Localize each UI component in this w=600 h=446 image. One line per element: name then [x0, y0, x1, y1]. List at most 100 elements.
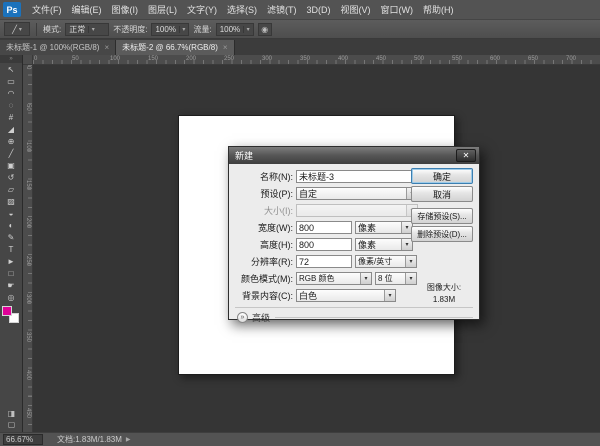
history-brush-tool[interactable]: ↺	[0, 171, 22, 183]
crop-tool[interactable]: #	[0, 111, 22, 123]
menu-bar: Ps 文件(F)编辑(E)图像(I)图层(L)文字(Y)选择(S)滤镜(T)3D…	[0, 0, 600, 20]
brush-tool[interactable]: ╱	[0, 147, 22, 159]
ok-button[interactable]: 确定	[411, 168, 473, 184]
ruler-vertical[interactable]: 050100150200250300350400450	[23, 65, 33, 432]
tab-close-icon[interactable]: ×	[223, 43, 228, 52]
delete-preset-button[interactable]: 删除预设(D)...	[411, 226, 473, 242]
foreground-color-swatch[interactable]	[2, 306, 12, 316]
height-unit-select[interactable]: 像素 ▾	[355, 238, 413, 251]
image-size-label: 图像大小:	[415, 282, 473, 294]
path-selection-tool[interactable]: ►	[0, 255, 22, 267]
horizontal-type-tool[interactable]: T	[0, 243, 22, 255]
toolbox-tools: ↖▭◠◌#◢⊕╱▣↺▱▨◒◐✎T►□☛◎	[0, 63, 22, 303]
flow-value: 100%	[217, 25, 243, 34]
hand-tool[interactable]: ☛	[0, 279, 22, 291]
rectangle-tool[interactable]: □	[0, 267, 22, 279]
ruler-label: 650	[527, 55, 565, 64]
clone-stamp-tool[interactable]: ▣	[0, 159, 22, 171]
zoom-level-input[interactable]: 66.67%	[3, 434, 43, 445]
toolbox: » ↖▭◠◌#◢⊕╱▣↺▱▨◒◐✎T►□☛◎ ◨ ▢	[0, 55, 23, 432]
blend-mode-value: 正常	[66, 24, 88, 35]
menu-list: 文件(F)编辑(E)图像(I)图层(L)文字(Y)选择(S)滤镜(T)3D(D)…	[27, 0, 459, 19]
height-label: 高度(H):	[235, 238, 293, 251]
height-input[interactable]: 800	[296, 238, 352, 251]
airbrush-icon[interactable]: ◉	[258, 23, 272, 36]
menu-item-7[interactable]: 滤镜(T)	[262, 3, 302, 16]
menu-item-3[interactable]: 图像(I)	[107, 3, 144, 16]
document-tab-1[interactable]: 未标题-1 @ 100%(RGB/8)×	[0, 40, 116, 55]
menu-item-10[interactable]: 窗口(W)	[376, 3, 419, 16]
menu-item-4[interactable]: 图层(L)	[143, 3, 182, 16]
dodge-tool[interactable]: ◐	[0, 219, 22, 231]
chevron-down-icon: ▾	[360, 273, 371, 284]
ruler-horizontal[interactable]: 0501001502002503003504004505005506006507…	[33, 55, 600, 65]
save-preset-button[interactable]: 存储预设(S)...	[411, 208, 473, 224]
ruler-label: 100	[23, 141, 32, 179]
tab-label: 未标题-2 @ 66.7%(RGB/8)	[122, 42, 218, 53]
menu-item-1[interactable]: 文件(F)	[27, 3, 67, 16]
color-depth-select[interactable]: 8 位 ▾	[375, 272, 417, 285]
flow-select[interactable]: 100% ▾	[216, 23, 254, 36]
width-unit-value: 像素	[356, 221, 401, 234]
lasso-tool[interactable]: ◠	[0, 87, 22, 99]
resolution-label: 分辨率(R):	[235, 255, 293, 268]
ruler-label: 50	[71, 55, 109, 64]
dialog-titlebar[interactable]: 新建 ✕	[229, 147, 479, 164]
close-button[interactable]: ✕	[456, 149, 476, 162]
resolution-input[interactable]: 72	[296, 255, 352, 268]
ruler-corner[interactable]	[23, 55, 33, 65]
menu-item-6[interactable]: 选择(S)	[222, 3, 262, 16]
opacity-select[interactable]: 100% ▾	[151, 23, 189, 36]
blur-tool[interactable]: ◒	[0, 207, 22, 219]
rectangular-marquee-tool[interactable]: ▭	[0, 75, 22, 87]
zoom-tool[interactable]: ◎	[0, 291, 22, 303]
menu-item-9[interactable]: 视图(V)	[336, 3, 376, 16]
zoom-level-value: 66.67%	[6, 435, 33, 444]
gradient-tool[interactable]: ▨	[0, 195, 22, 207]
advanced-label: 高级	[252, 311, 270, 324]
screen-mode-icon[interactable]: ▢	[8, 420, 16, 429]
name-label: 名称(N):	[235, 170, 293, 183]
resolution-unit-select[interactable]: 像素/英寸 ▾	[355, 255, 417, 268]
pen-tool[interactable]: ✎	[0, 231, 22, 243]
blend-mode-select[interactable]: 正常 ▾	[65, 23, 109, 36]
color-mode-select[interactable]: RGB 颜色 ▾	[296, 272, 372, 285]
chevron-down-icon: ▾	[88, 26, 97, 33]
cancel-button[interactable]: 取消	[411, 186, 473, 202]
quick-selection-tool[interactable]: ◌	[0, 99, 22, 111]
menu-item-2[interactable]: 编辑(E)	[67, 3, 107, 16]
width-input[interactable]: 800	[296, 221, 352, 234]
size-label: 大小(I):	[235, 204, 293, 217]
background-contents-value: 白色	[297, 289, 384, 302]
spot-healing-brush-tool[interactable]: ⊕	[0, 135, 22, 147]
dialog-body: 名称(N): 未标题-3 预设(P): 自定 ▾ 大小(I): ▾ 宽度(W):…	[229, 164, 479, 319]
advanced-toggle-button[interactable]: »	[237, 312, 248, 323]
resolution-value: 72	[299, 257, 309, 267]
preset-select[interactable]: 自定 ▾	[296, 187, 418, 200]
tab-bar: 未标题-1 @ 100%(RGB/8)×未标题-2 @ 66.7%(RGB/8)…	[0, 39, 600, 55]
separator	[275, 317, 473, 318]
background-contents-select[interactable]: 白色 ▾	[296, 289, 396, 302]
advanced-toggle-icon: »	[241, 314, 245, 321]
ruler-label: 200	[185, 55, 223, 64]
photoshop-logo-icon: Ps	[3, 2, 21, 17]
menu-item-5[interactable]: 文字(Y)	[182, 3, 222, 16]
move-tool[interactable]: ↖	[0, 63, 22, 75]
eraser-tool[interactable]: ▱	[0, 183, 22, 195]
toolbox-collapse-icon[interactable]: »	[0, 55, 22, 63]
quick-mask-icon[interactable]: ◨	[8, 409, 16, 418]
name-input[interactable]: 未标题-3	[296, 170, 418, 183]
tab-close-icon[interactable]: ×	[104, 43, 109, 52]
width-unit-select[interactable]: 像素 ▾	[355, 221, 413, 234]
mode-label: 模式:	[43, 24, 61, 35]
tool-preset-picker[interactable]: ╱ ▾	[4, 22, 30, 36]
menu-item-11[interactable]: 帮助(H)	[418, 3, 459, 16]
status-arrow-icon: ▶	[126, 436, 131, 443]
menu-item-8[interactable]: 3D(D)	[302, 5, 336, 15]
eyedropper-tool[interactable]: ◢	[0, 123, 22, 135]
document-info[interactable]: 文档:1.83M/1.83M ▶	[57, 434, 131, 445]
document-tab-2[interactable]: 未标题-2 @ 66.7%(RGB/8) ×	[116, 40, 234, 55]
chevron-down-icon: ▾	[243, 26, 252, 33]
image-size: 图像大小: 1.83M	[415, 282, 473, 306]
width-label: 宽度(W):	[235, 221, 293, 234]
